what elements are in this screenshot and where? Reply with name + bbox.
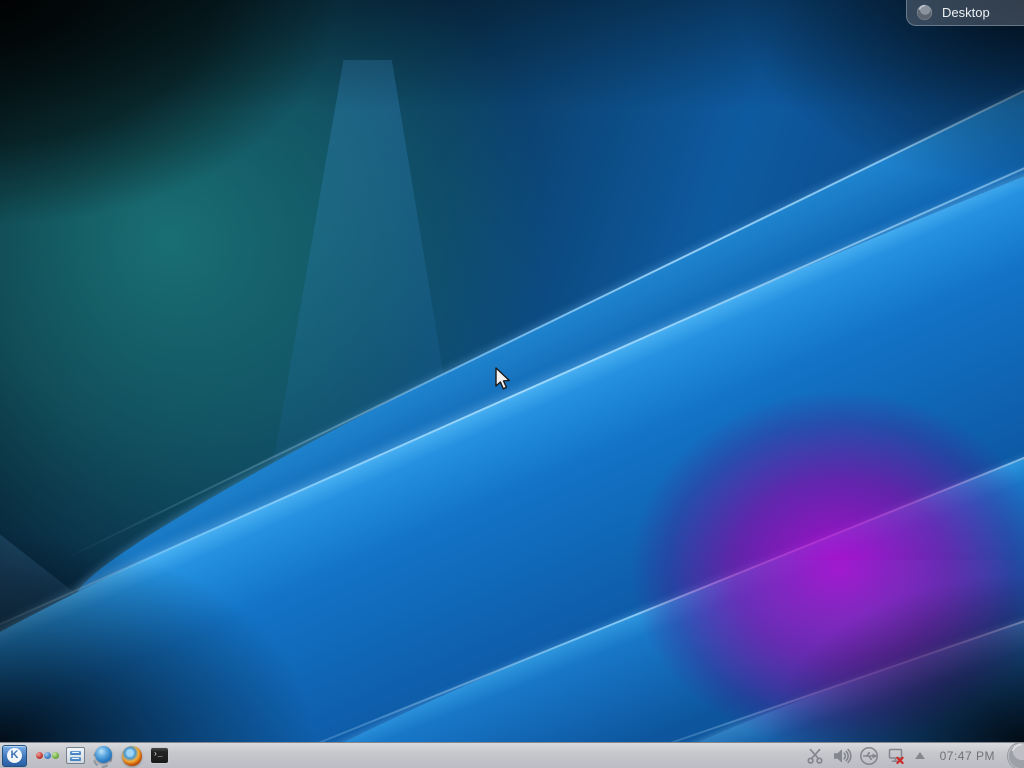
app-launcher-button[interactable]: K [2, 744, 27, 767]
volume-icon[interactable] [832, 746, 852, 766]
usb-device-notifier-icon[interactable] [859, 746, 879, 766]
firefox-icon[interactable] [122, 745, 142, 766]
terminal-icon[interactable]: ›_ [150, 747, 169, 764]
taskbar-panel: K ›_ 07:47 PM [0, 742, 1024, 768]
kde-logo-letter: K [10, 749, 19, 761]
green-dot-icon [52, 752, 59, 759]
file-drawer-icon[interactable] [66, 747, 85, 764]
desktop-toolbox-label: Desktop [942, 5, 990, 20]
system-tray: 07:47 PM [805, 743, 1024, 768]
expand-tray-icon[interactable] [914, 752, 925, 759]
kde-kickoff-launcher-icon: K [7, 748, 22, 763]
desktop-toolbox-button[interactable]: Desktop [906, 0, 1024, 26]
panel-clock[interactable]: 07:47 PM [940, 749, 995, 763]
mouse-cursor-arrow [495, 367, 510, 390]
klipper-scissors-icon[interactable] [805, 746, 825, 766]
plasma-cashew-icon [916, 4, 933, 21]
red-dot-icon [36, 752, 43, 759]
blue-dot-icon [44, 752, 51, 759]
desktop-screen: Desktop K ›_ 07:47 PM [0, 0, 1024, 768]
drawer-slot [70, 756, 81, 761]
globe-gear-icon[interactable] [93, 745, 114, 768]
terminal-prompt-glyph: ›_ [153, 750, 163, 759]
network-disconnected-icon[interactable] [886, 746, 906, 766]
activity-dots-icon[interactable] [36, 752, 59, 759]
panel-cashew-icon[interactable] [1006, 743, 1024, 768]
drawer-slot [70, 750, 81, 755]
